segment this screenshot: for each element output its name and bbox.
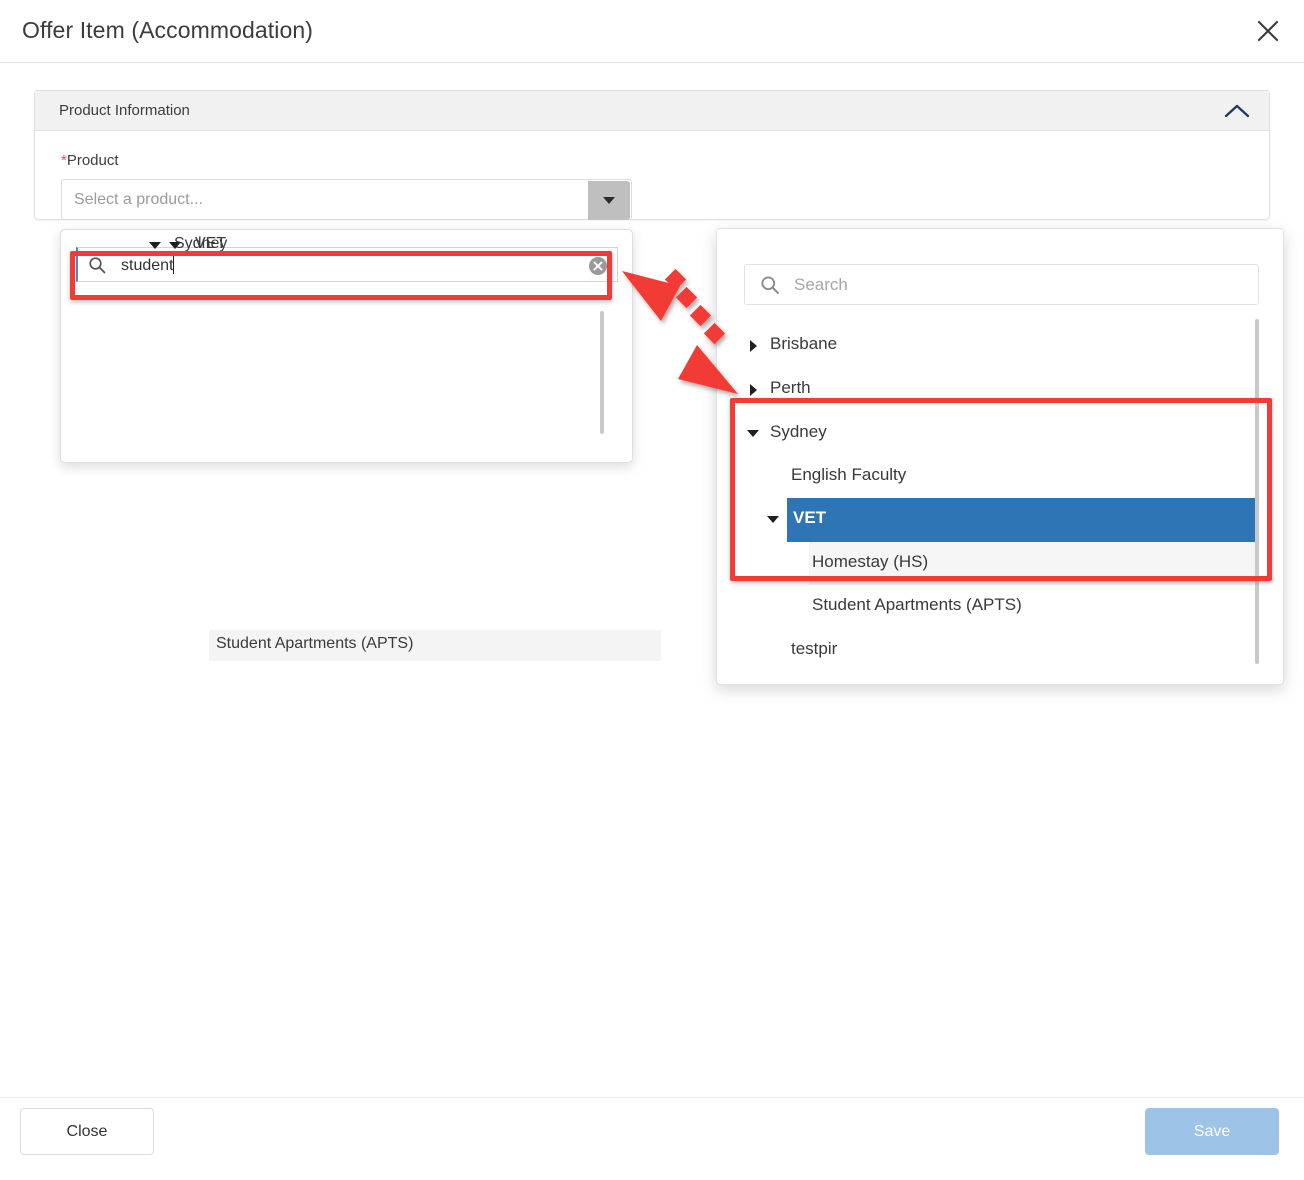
save-button[interactable]: Save <box>1145 1108 1279 1155</box>
right-tree-row-5[interactable]: Homestay (HS) <box>717 542 1283 585</box>
selection-highlight <box>787 498 1255 542</box>
dropdown-search-input[interactable]: student <box>76 247 618 282</box>
product-field-label: *Product <box>61 152 119 169</box>
product-label-text: Product <box>66 152 119 169</box>
close-glyph <box>1257 20 1279 42</box>
modal-header: Offer Item (Accommodation) <box>0 0 1304 63</box>
close-icon[interactable] <box>1251 14 1285 48</box>
caret-down-icon[interactable] <box>747 430 759 437</box>
right-tree-row-2[interactable]: Sydney <box>717 412 1283 456</box>
search-glyph <box>761 276 779 294</box>
right-tree-row-6[interactable]: Student Apartments (APTS) <box>717 585 1283 629</box>
tree-item-label: Sydney <box>770 422 827 441</box>
chevron-up-glyph <box>1224 104 1250 118</box>
tree-item-label: testpir <box>791 639 838 658</box>
card-title: Product Information <box>59 102 190 119</box>
tree-item-label: Student Apartments (APTS) <box>216 635 414 652</box>
right-tree-row-1[interactable]: Perth <box>717 368 1283 412</box>
clear-circle-icon[interactable] <box>588 256 608 276</box>
chevron-down-glyph <box>603 197 615 204</box>
dropdown-search-value: student <box>121 255 175 275</box>
left-tree-row-2[interactable]: Student Apartments (APTS) <box>209 630 661 661</box>
caret-down-icon[interactable] <box>767 516 779 523</box>
right-tree-row-7[interactable]: testpir <box>717 629 1283 673</box>
product-dropdown-popup: student Sydney VET Student Apartments (A… <box>60 229 661 661</box>
product-select[interactable]: Select a product... <box>61 179 632 220</box>
tree-search-placeholder: Search <box>794 275 848 294</box>
tree-item-label: VET <box>793 508 827 527</box>
tree-item-label: Brisbane <box>770 334 838 353</box>
right-dropdown-scrollbar[interactable] <box>1255 319 1259 664</box>
caret-down-icon[interactable] <box>169 242 181 249</box>
caret-down-icon[interactable] <box>149 242 161 249</box>
product-select-placeholder: Select a product... <box>74 191 203 208</box>
product-tree-popup: Search Brisbane Perth Sydney English Fac… <box>716 228 1284 685</box>
card-header[interactable]: Product Information <box>35 91 1269 131</box>
footer-divider <box>0 1097 1304 1098</box>
right-tree-row-0[interactable]: Brisbane <box>717 324 1283 368</box>
tree-item-label: English Faculty <box>791 465 907 484</box>
right-tree-row-3[interactable]: English Faculty <box>717 455 1283 499</box>
caret-right-icon[interactable] <box>750 340 757 352</box>
tree-item-label: Perth <box>770 378 811 397</box>
caret-right-icon[interactable] <box>750 384 757 396</box>
chevron-up-icon[interactable] <box>1223 99 1251 123</box>
text-cursor <box>173 255 175 274</box>
clear-glyph <box>589 257 607 275</box>
dropdown-search-text: student <box>121 257 174 274</box>
search-icon <box>88 256 106 279</box>
search-glyph <box>89 257 106 274</box>
left-dropdown-scrollbar[interactable] <box>600 311 604 434</box>
right-tree-row-4[interactable]: VET <box>717 498 1283 542</box>
offer-item-modal: Offer Item (Accommodation) Product Infor… <box>0 0 1304 1180</box>
tree-item-label: VET <box>195 235 227 252</box>
chevron-down-icon[interactable] <box>588 181 630 220</box>
search-icon <box>760 275 780 300</box>
page-title: Offer Item (Accommodation) <box>22 17 314 43</box>
tree-item-label: Student Apartments (APTS) <box>812 595 1022 614</box>
close-button[interactable]: Close <box>20 1108 154 1155</box>
tree-search-input[interactable]: Search <box>744 264 1259 305</box>
tree-item-label: Homestay (HS) <box>812 552 929 571</box>
